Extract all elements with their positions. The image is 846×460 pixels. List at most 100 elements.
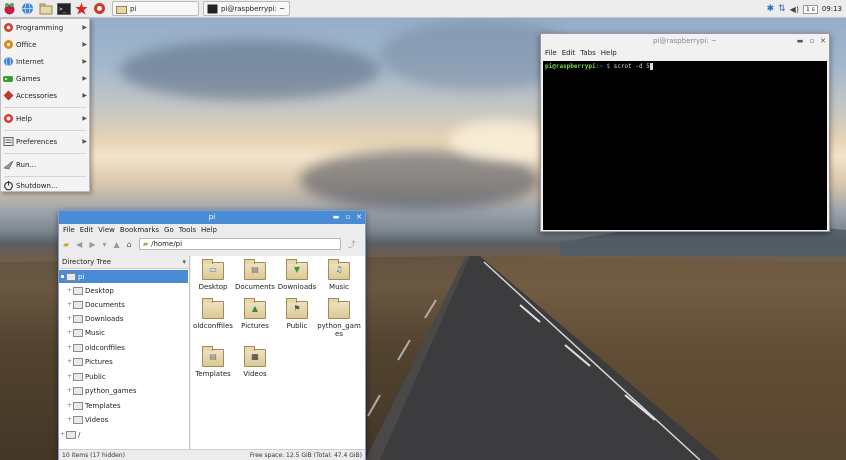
folder-item-pictures[interactable]: ▲ Pictures [233,298,277,330]
programming-icon [2,22,14,34]
terminal-icon[interactable]: >_ [55,1,72,17]
tree-node-videos[interactable]: + Videos [66,413,108,426]
menu-edit[interactable]: Edit [80,224,94,236]
directory-tree-header[interactable]: Directory Tree ▾ [59,256,189,269]
folder-icon: ▼ [286,259,308,280]
expand-icon[interactable]: + [66,329,73,336]
folder-item-python-games[interactable]: python_games [317,298,361,338]
minimize-icon[interactable]: ▬ [333,211,340,224]
menu-tabs[interactable]: Tabs [580,48,596,59]
menu-item-help[interactable]: Help ▶ [1,110,89,127]
cpu-monitor[interactable]: 1 s [802,4,818,14]
expand-icon[interactable]: + [66,315,73,322]
expand-icon[interactable]: + [66,344,73,351]
menu-view[interactable]: View [98,224,115,236]
tree-node-pi[interactable]: ▪ pi [59,270,188,283]
tree-node-public[interactable]: + Public [66,370,106,383]
status-bar: 10 items (17 hidden) Free space: 12.5 Gi… [59,449,365,460]
tree-node-python-games[interactable]: + python_games [66,384,137,397]
close-icon[interactable]: ✕ [820,34,826,48]
terminal-titlebar[interactable]: pi@raspberrypi: ~ ▬ ▫ ✕ [541,34,829,48]
collapse-icon[interactable]: ▪ [59,273,66,280]
menu-item-internet[interactable]: Internet ▶ [1,53,89,70]
tree-node-label: Documents [85,300,125,309]
menu-bookmarks[interactable]: Bookmarks [120,224,159,236]
expand-icon[interactable]: + [66,373,73,380]
maximize-icon[interactable]: ▫ [809,34,814,48]
taskbar-file-manager[interactable]: pi [112,1,199,16]
file-manager-icon[interactable] [37,1,54,17]
taskbar-terminal[interactable]: pi@raspberrypi: ~ [203,1,290,16]
menu-item-programming[interactable]: Programming ▶ [1,19,89,36]
path-bar[interactable]: ▰ /home/pi [138,238,341,250]
menu-separator [4,153,86,154]
folder-item-public[interactable]: ⚑ Public [275,298,319,330]
folder-item-templates[interactable]: ▤ Templates [191,346,235,378]
bluetooth-icon[interactable]: ✱ [767,4,775,14]
menu-item-run[interactable]: Run... [1,156,89,173]
expand-icon[interactable]: + [59,431,66,438]
network-icon[interactable]: ⇅ [778,4,786,14]
terminal-window: pi@raspberrypi: ~ ▬ ▫ ✕ File Edit Tabs H… [540,33,830,232]
tree-node-desktop[interactable]: + Desktop [66,284,114,297]
folder-icon: ▦ [244,346,266,367]
tree-node-label: Downloads [85,314,124,323]
history-dropdown-icon[interactable]: ▾ [102,240,106,249]
raspberry-menu-icon[interactable] [1,1,18,17]
menu-help[interactable]: Help [601,48,617,59]
volume-icon[interactable]: ◀) [790,5,799,14]
web-browser-icon[interactable] [19,1,36,17]
folder-item-music[interactable]: ♫ Music [317,259,361,291]
minimize-icon[interactable]: ▬ [797,34,804,48]
back-icon[interactable]: ◀ [76,240,82,249]
wolfram-icon[interactable] [91,1,108,17]
tree-node-music[interactable]: + Music [66,326,105,339]
forward-icon[interactable]: ▶ [89,240,95,249]
menu-item-games[interactable]: Games ▶ [1,70,89,87]
expand-icon[interactable]: + [66,358,73,365]
chevron-down-icon[interactable]: ▾ [182,256,186,269]
tree-node-oldconffiles[interactable]: + oldconffiles [66,341,125,354]
folder-item-desktop[interactable]: ▭ Desktop [191,259,235,291]
up-icon[interactable]: ▲ [113,240,119,249]
help-icon [2,113,14,125]
submenu-arrow-icon: ▶ [82,58,87,65]
tree-node-documents[interactable]: + Documents [66,298,125,311]
folder-label: Pictures [241,322,269,330]
tree-node-pictures[interactable]: + Pictures [66,355,113,368]
expand-icon[interactable]: + [66,402,73,409]
tree-node-templates[interactable]: + Templates [66,399,121,412]
menu-item-shutdown[interactable]: Shutdown... [1,177,89,194]
new-folder-icon[interactable]: ▰ [63,240,69,249]
mathematica-icon[interactable] [73,1,90,17]
close-icon[interactable]: ✕ [356,211,362,224]
menu-item-preferences[interactable]: Preferences ▶ [1,133,89,150]
expand-icon[interactable]: + [66,387,73,394]
menu-tools[interactable]: Tools [179,224,196,236]
tree-header-label: Directory Tree [62,258,112,266]
folder-item-oldconffiles[interactable]: oldconffiles [191,298,235,330]
menu-file[interactable]: File [545,48,557,59]
file-manager-titlebar[interactable]: pi ▬ ▫ ✕ [59,211,365,224]
expand-icon[interactable]: + [66,416,73,423]
folder-item-documents[interactable]: ▤ Documents [233,259,277,291]
menu-help[interactable]: Help [201,224,217,236]
expand-icon[interactable]: + [66,301,73,308]
folder-icon: ▰ [142,239,149,248]
menu-item-accessories[interactable]: Accessories ▶ [1,87,89,104]
maximize-icon[interactable]: ▫ [345,211,350,224]
folder-item-videos[interactable]: ▦ Videos [233,346,277,378]
menu-go[interactable]: Go [164,224,174,236]
clock[interactable]: 09:13 [822,5,842,13]
menu-item-office[interactable]: Office ▶ [1,36,89,53]
home-icon[interactable]: ⌂ [127,240,132,249]
folder-item-downloads[interactable]: ▼ Downloads [275,259,319,291]
menu-edit[interactable]: Edit [562,48,576,59]
tree-node-downloads[interactable]: + Downloads [66,312,123,325]
tree-node-root[interactable]: + / [59,428,80,441]
expand-icon[interactable]: + [66,287,73,294]
go-icon[interactable]: ⤴ [348,239,356,250]
menu-file[interactable]: File [63,224,75,236]
terminal-screen[interactable]: pi@raspberrypi:~ $ scrot -d 5 [543,61,827,230]
submenu-arrow-icon: ▶ [82,24,87,31]
